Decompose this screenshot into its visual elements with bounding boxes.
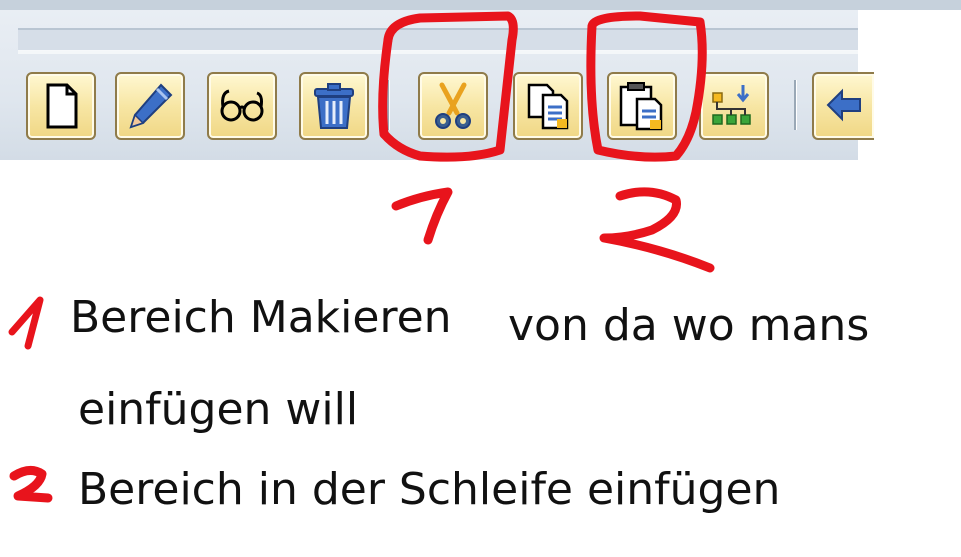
paste-icon <box>619 82 663 131</box>
toolbar-rail <box>18 28 858 51</box>
scissors-icon <box>435 82 471 129</box>
glasses-icon <box>220 89 264 122</box>
handwritten-1-under-cut <box>391 187 453 245</box>
note-marker-1 <box>8 296 44 350</box>
undo-arrow-icon <box>826 88 861 122</box>
note-line-1-a: Bereich Makieren <box>70 292 452 343</box>
delete-button[interactable] <box>299 72 369 140</box>
handwritten-2-under-paste <box>599 187 715 273</box>
new-document-button[interactable] <box>26 72 96 140</box>
display-button[interactable] <box>207 72 277 140</box>
blank-page-icon <box>46 83 78 129</box>
copy-icon <box>527 83 569 130</box>
toolbar-separator <box>387 80 390 130</box>
rail-highlight <box>18 50 858 54</box>
toolbar-panel <box>0 10 874 160</box>
toolbar-separator <box>794 80 797 130</box>
note-line-1-b: von da wo mans <box>508 300 870 351</box>
trash-icon <box>314 83 354 129</box>
undo-button[interactable] <box>812 72 874 140</box>
cut-button[interactable] <box>418 72 488 140</box>
window-top-border <box>0 0 961 10</box>
note-line-3: Bereich in der Schleife einfügen <box>78 464 781 515</box>
insert-block-button[interactable] <box>699 72 769 140</box>
paste-button[interactable] <box>607 72 677 140</box>
copy-button[interactable] <box>513 72 583 140</box>
insert-tree-icon <box>712 85 751 125</box>
note-marker-2 <box>9 466 53 503</box>
note-line-2: einfügen will <box>78 384 359 435</box>
edit-button[interactable] <box>115 72 185 140</box>
pencil-icon <box>129 83 173 129</box>
